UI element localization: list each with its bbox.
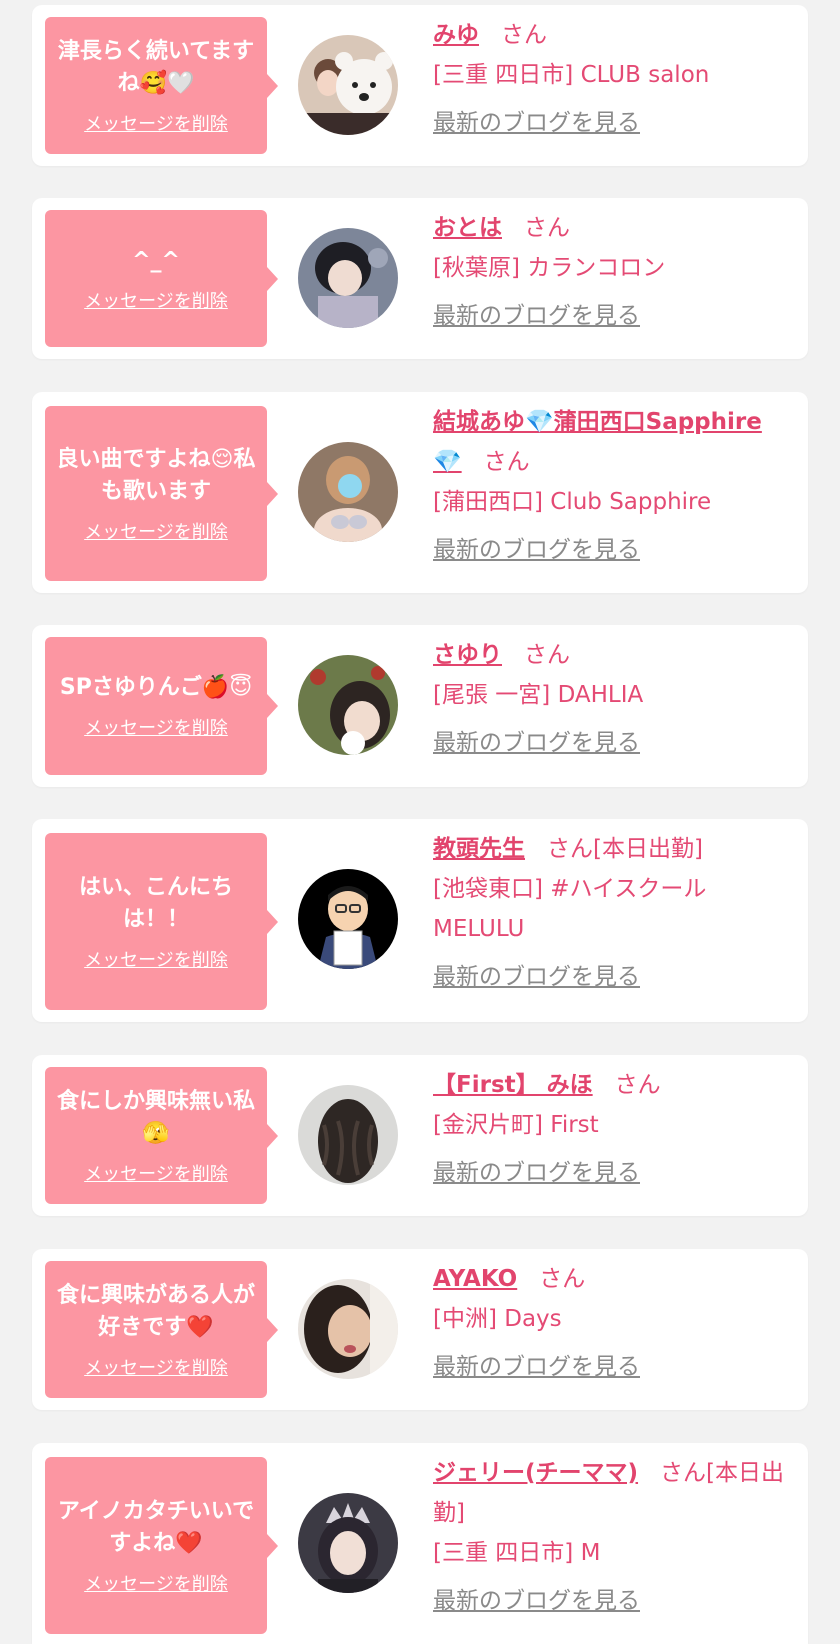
delete-message-link[interactable]: メッセージを削除: [84, 714, 228, 740]
message-card: 津長らく続いてますね🥰🤍 メッセージを削除 みゆ さん [三重 四日市] CLUB: [32, 5, 808, 166]
message-text: ^_^: [132, 247, 180, 273]
avatar-photo: [298, 228, 398, 328]
message-text: 食にしか興味無い私🫣: [56, 1088, 255, 1146]
latest-blog-link[interactable]: 最新のブログを見る: [433, 723, 640, 763]
avatar[interactable]: [298, 1493, 398, 1593]
latest-blog-link[interactable]: 最新のブログを見る: [433, 1581, 640, 1621]
avatar[interactable]: [298, 655, 398, 755]
cast-name-link[interactable]: AYAKO: [433, 1266, 517, 1292]
message-text: はい、こんにちは！！: [78, 874, 233, 932]
honorific: さん: [524, 642, 570, 668]
cast-name-link[interactable]: 教頭先生: [433, 836, 525, 862]
shop-info: [秋葉原] カランコロン: [433, 255, 666, 281]
message-card: はい、こんにちは！！ メッセージを削除 教頭先生 さん[本日出勤] [池袋東口] …: [32, 819, 808, 1022]
delete-message-link[interactable]: メッセージを削除: [84, 518, 228, 544]
message-bubble: 食にしか興味無い私🫣 メッセージを削除: [45, 1067, 278, 1204]
honorific: さん: [539, 1266, 586, 1292]
message-bubble: 食に興味がある人が好きです❤️ メッセージを削除: [45, 1261, 278, 1398]
avatar[interactable]: [298, 1085, 398, 1185]
honorific: さん: [547, 836, 593, 862]
avatar-photo: [298, 655, 398, 755]
delete-message-link[interactable]: メッセージを削除: [84, 287, 228, 313]
message-bubble: はい、こんにちは！！ メッセージを削除: [45, 833, 278, 1010]
delete-message-link[interactable]: メッセージを削除: [84, 110, 228, 136]
message-text: 津長らく続いてますね🥰🤍: [57, 38, 255, 96]
latest-blog-link[interactable]: 最新のブログを見る: [433, 1153, 640, 1193]
latest-blog-link[interactable]: 最新のブログを見る: [433, 530, 640, 570]
shop-info: [金沢片町] First: [433, 1112, 599, 1138]
honorific: さん: [524, 215, 570, 241]
avatar-photo: [298, 35, 398, 135]
cast-name-link[interactable]: 結城あゆ💎蒲田西口Sapphire💎: [433, 409, 762, 475]
honorific: さん: [483, 449, 530, 475]
cast-name-link[interactable]: さゆり: [433, 642, 502, 668]
message-text: アイノカタチいいですよね❤️: [57, 1498, 255, 1556]
message-bubble: 津長らく続いてますね🥰🤍 メッセージを削除: [45, 17, 278, 154]
delete-message-link[interactable]: メッセージを削除: [84, 1160, 228, 1186]
message-list: 津長らく続いてますね🥰🤍 メッセージを削除 みゆ さん [三重 四日市] CLUB: [0, 0, 840, 1644]
delete-message-link[interactable]: メッセージを削除: [84, 1570, 228, 1596]
latest-blog-link[interactable]: 最新のブログを見る: [433, 1347, 640, 1387]
avatar[interactable]: [298, 442, 398, 542]
message-text: 良い曲ですよね😌私も歌います: [56, 446, 256, 504]
cast-name-link[interactable]: ジェリー(チーママ): [433, 1460, 638, 1486]
shop-info: [三重 四日市] CLUB salon: [433, 62, 710, 88]
latest-blog-link[interactable]: 最新のブログを見る: [433, 103, 640, 143]
shop-info: [尾張 一宮] DAHLIA: [433, 682, 644, 708]
latest-blog-link[interactable]: 最新のブログを見る: [433, 957, 640, 997]
message-bubble: アイノカタチいいですよね❤️ メッセージを削除: [45, 1457, 278, 1634]
message-card: ^_^ メッセージを削除 おとは さん [秋葉原] カランコロン 最新のブログを見…: [32, 198, 808, 359]
avatar[interactable]: [298, 35, 398, 135]
message-bubble: SPさゆりんご🍎😇 メッセージを削除: [45, 637, 278, 775]
message-card: アイノカタチいいですよね❤️ メッセージを削除 ジェリー(チーママ) さん[本日出…: [32, 1443, 808, 1644]
cast-name-link[interactable]: みゆ: [433, 22, 479, 48]
status-suffix: [本日出勤]: [593, 836, 703, 862]
avatar-photo: [298, 1085, 398, 1185]
message-card: SPさゆりんご🍎😇 メッセージを削除 さゆり さん [尾張 一宮] DAHLIA …: [32, 625, 808, 787]
cast-name-link[interactable]: おとは: [433, 215, 502, 241]
avatar[interactable]: [298, 1279, 398, 1379]
avatar-photo: [298, 1493, 398, 1593]
message-bubble: 良い曲ですよね😌私も歌います メッセージを削除: [45, 406, 278, 581]
honorific: さん: [501, 22, 547, 48]
shop-info: [三重 四日市] M: [433, 1540, 601, 1566]
latest-blog-link[interactable]: 最新のブログを見る: [433, 296, 640, 336]
delete-message-link[interactable]: メッセージを削除: [84, 946, 228, 972]
shop-info: [蒲田西口] Club Sapphire: [433, 489, 712, 515]
message-card: 食にしか興味無い私🫣 メッセージを削除 【First】 みほ さん [金沢片町] …: [32, 1055, 808, 1216]
message-bubble: ^_^ メッセージを削除: [45, 210, 278, 347]
avatar-photo: [298, 869, 398, 969]
message-card: 食に興味がある人が好きです❤️ メッセージを削除 AYAKO さん [中洲] Da…: [32, 1249, 808, 1410]
message-text: SPさゆりんご🍎😇: [59, 675, 253, 700]
shop-info: [池袋東口] #ハイスクールMELULU: [433, 876, 707, 942]
message-card: 良い曲ですよね😌私も歌います メッセージを削除 結城あゆ💎蒲田西口Sapphir…: [32, 392, 808, 593]
avatar[interactable]: [298, 228, 398, 328]
message-text: 食に興味がある人が好きです❤️: [56, 1282, 255, 1340]
avatar-photo: [298, 442, 398, 542]
delete-message-link[interactable]: メッセージを削除: [84, 1354, 228, 1380]
avatar[interactable]: [298, 869, 398, 969]
cast-name-link[interactable]: 【First】 みほ: [433, 1072, 593, 1098]
shop-info: [中洲] Days: [433, 1306, 562, 1332]
honorific: さん: [660, 1460, 707, 1486]
honorific: さん: [614, 1072, 661, 1098]
avatar-photo: [298, 1279, 398, 1379]
